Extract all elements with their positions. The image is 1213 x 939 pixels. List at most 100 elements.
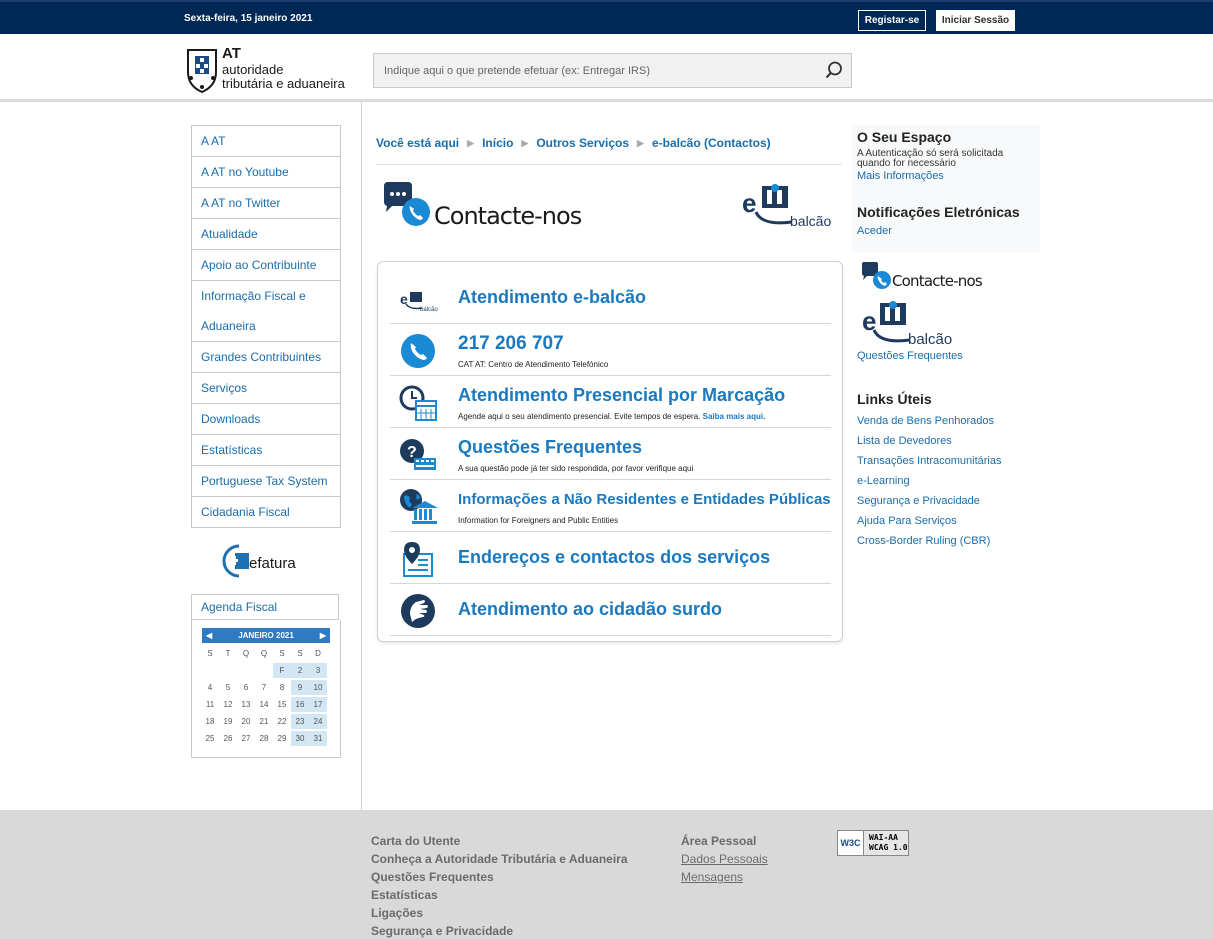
breadcrumb-current[interactable]: e-balcão (Contactos) — [652, 136, 771, 150]
calendar-day[interactable]: F — [273, 663, 291, 678]
chevron-right-icon: ▶ — [521, 138, 529, 148]
calendar-day[interactable]: 24 — [309, 714, 327, 729]
link-ajuda[interactable]: Ajuda Para Serviços — [857, 515, 957, 527]
footer: Carta do Utente Conheça a Autoridade Tri… — [0, 810, 1213, 939]
wai-line-1: WAI-AA — [869, 833, 898, 842]
contact-title: 217 206 707 — [458, 333, 564, 354]
contact-title: Questões Frequentes — [458, 437, 643, 457]
calendar-day[interactable]: 30 — [291, 731, 309, 746]
contact-title: Atendimento e-balcão — [458, 287, 647, 307]
footer-estatisticas[interactable]: Estatísticas — [371, 888, 438, 902]
saiba-mais-link[interactable]: Saiba mais aqui. — [703, 412, 766, 421]
calendar-next-icon[interactable]: ▶ — [320, 628, 326, 643]
calendar-day[interactable]: 17 — [309, 697, 327, 712]
efatura-icon: efatura — [222, 544, 296, 578]
link-transacoes[interactable]: Transações Intracomunitárias — [857, 455, 1002, 467]
calendar-day[interactable]: 23 — [291, 714, 309, 729]
calendar-day[interactable]: 9 — [291, 680, 309, 695]
footer-carta-utente[interactable]: Carta do Utente — [371, 834, 460, 848]
link-cbr[interactable]: Cross-Border Ruling (CBR) — [857, 535, 990, 547]
calendar-day[interactable]: 2 — [291, 663, 309, 678]
top-bar: Sexta-feira, 15 janeiro 2021 Registar-se… — [0, 0, 1213, 34]
sidebar-item-atualidade[interactable]: Atualidade — [192, 219, 340, 250]
footer-questoes[interactable]: Questões Frequentes — [371, 870, 494, 884]
sidebar-item-grandes-contribuintes[interactable]: Grandes Contribuintes — [192, 342, 340, 373]
breadcrumb-divider — [376, 164, 842, 165]
ebalcao-icon: e balcão — [742, 184, 831, 229]
sidebar-item-youtube[interactable]: A AT no Youtube — [192, 157, 340, 188]
w3c-wai-badge[interactable]: W3C WAI-AA WCAG 1.0 — [837, 830, 909, 856]
weekday: S — [297, 649, 303, 658]
calendar-day: 25 — [205, 734, 215, 743]
contact-subtitle: Information for Foreigners and Public En… — [458, 516, 619, 525]
breadcrumb-inicio[interactable]: Início — [482, 136, 513, 150]
sidebar-item-servicos[interactable]: Serviços — [192, 373, 340, 404]
contact-row-presencial[interactable]: Atendimento Presencial por Marcação Agen… — [390, 376, 831, 428]
sidebar-item-twitter[interactable]: A AT no Twitter — [192, 188, 340, 219]
mais-informacoes-link[interactable]: Mais Informações — [857, 170, 944, 182]
footer-mensagens[interactable]: Mensagens — [681, 870, 743, 884]
sidebar-item-apoio[interactable]: Apoio ao Contribuinte — [192, 250, 340, 281]
calendar-day[interactable]: 16 — [291, 697, 309, 712]
ebalcao-sidebar-link[interactable]: e balcão — [862, 300, 962, 348]
contact-row-ebalcao[interactable]: e balcão Atendimento e-balcão — [390, 272, 831, 324]
login-button[interactable]: Iniciar Sessão — [936, 10, 1015, 31]
efatura-logo[interactable]: efatura — [221, 540, 311, 582]
calendar-day: 4 — [207, 683, 213, 692]
weekday: S — [279, 649, 285, 658]
contact-row-surdo[interactable]: Atendimento ao cidadão surdo — [390, 584, 831, 636]
footer-dados-pessoais[interactable]: Dados Pessoais — [681, 852, 768, 866]
agenda-fiscal-link[interactable]: Agenda Fiscal — [191, 594, 339, 620]
link-venda-bens[interactable]: Venda de Bens Penhorados — [857, 415, 994, 427]
calendar-day — [201, 663, 219, 678]
sidebar-item-informacao-fiscal[interactable]: Informação Fiscal e Aduaneira — [192, 281, 340, 342]
calendar-day: 27 — [241, 734, 251, 743]
breadcrumb-outros-servicos[interactable]: Outros Serviços — [536, 136, 629, 150]
hero-title: Contacte-nos — [434, 202, 582, 230]
portugal-emblem-icon — [187, 49, 217, 93]
calendar-day: 21 — [259, 717, 269, 726]
footer-conheca[interactable]: Conheça a Autoridade Tributária e Aduane… — [371, 852, 628, 866]
breadcrumb-here: Você está aqui — [376, 136, 460, 150]
calendar-prev-icon[interactable]: ◀ — [206, 628, 212, 643]
sidebar-item-cidadania[interactable]: Cidadania Fiscal — [192, 497, 340, 527]
ebalcao-icon: e balcão — [400, 291, 438, 313]
link-elearning[interactable]: e-Learning — [857, 475, 910, 487]
questoes-frequentes-link[interactable]: Questões Frequentes — [857, 350, 963, 362]
sign-language-icon — [401, 594, 435, 628]
svg-text:balcão: balcão — [420, 307, 438, 313]
chat-phone-icon: Contacte-nos — [862, 262, 984, 290]
link-seguranca[interactable]: Segurança e Privacidade — [857, 495, 980, 507]
contacte-nos-link[interactable]: Contacte-nos — [860, 262, 995, 292]
footer-seguranca[interactable]: Segurança e Privacidade — [371, 924, 513, 938]
calendar-day[interactable]: 10 — [309, 680, 327, 695]
calendar-day: 22 — [277, 717, 287, 726]
seu-espaco-text-2: quando for necessário — [857, 158, 956, 169]
contact-row-faq[interactable]: ? Questões Frequentes A sua questão pode… — [390, 428, 831, 480]
sidebar-item-downloads[interactable]: Downloads — [192, 404, 340, 435]
sidebar-item-a-at[interactable]: A AT — [192, 126, 340, 157]
sidebar-item-estatisticas[interactable]: Estatísticas — [192, 435, 340, 466]
calendar-day: 14 — [259, 700, 269, 709]
clock-calendar-icon — [399, 385, 437, 421]
aceder-link[interactable]: Aceder — [857, 225, 892, 237]
search-icon[interactable] — [825, 61, 843, 79]
calendar-day: 20 — [241, 717, 251, 726]
weekday: Q — [242, 649, 250, 658]
register-button[interactable]: Registar-se — [858, 10, 926, 31]
contact-row-phone[interactable]: 217 206 707 CAT AT: Centro de Atendiment… — [390, 324, 831, 376]
contact-title: Endereços e contactos dos serviços — [458, 547, 771, 567]
footer-ligacoes[interactable]: Ligações — [371, 906, 423, 920]
search-input[interactable] — [374, 54, 814, 87]
current-date: Sexta-feira, 15 janeiro 2021 — [184, 13, 313, 24]
link-lista-devedores[interactable]: Lista de Devedores — [857, 435, 952, 447]
calendar-day: 6 — [243, 683, 249, 692]
calendar-day[interactable]: 31 — [309, 731, 327, 746]
ebalcao-logo: e balcão — [742, 182, 837, 230]
at-logo[interactable]: AT autoridade tributária e aduaneira — [185, 46, 365, 96]
calendar-day[interactable]: 3 — [309, 663, 327, 678]
sidebar-item-portuguese-tax[interactable]: Portuguese Tax System — [192, 466, 340, 497]
contact-row-nao-residentes[interactable]: Informações a Não Residentes e Entidades… — [390, 480, 831, 532]
contact-row-enderecos[interactable]: Endereços e contactos dos serviços — [390, 532, 831, 584]
chat-phone-icon — [384, 182, 430, 226]
